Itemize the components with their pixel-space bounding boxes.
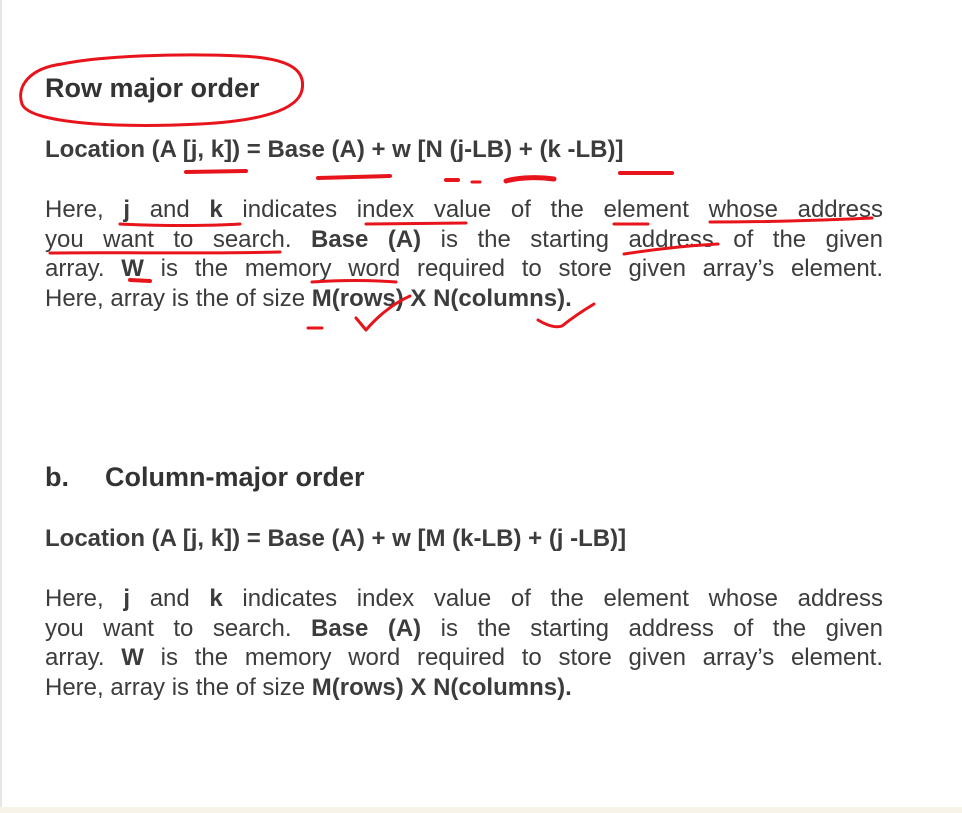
- formula-underline: [316, 174, 392, 180]
- description-line: you want to search. Base (A) is the star…: [45, 614, 884, 642]
- formula-underline: [184, 169, 248, 174]
- left-edge-border: [0, 0, 2, 813]
- description-line: Here, array is the of size M(rows) X N(c…: [45, 284, 572, 312]
- description-line: you want to search. Base (A) is the star…: [45, 225, 884, 253]
- column-major-formula: Location (A [j, k]) = Base (A) + w [M (k…: [45, 525, 627, 552]
- section-letter: b.: [45, 462, 69, 492]
- description-line: array. W is the memory word required to …: [45, 255, 884, 282]
- column-major-title: Column-major order: [105, 462, 365, 492]
- slide-page: Row major order Location (A [j, k]) = Ba…: [0, 0, 962, 813]
- row-major-description: Here, j and k indicates index value of t…: [45, 195, 883, 313]
- column-major-heading: b. Column-major order: [45, 462, 365, 493]
- description-line: Here, j and k indicates index value of t…: [45, 585, 883, 612]
- description-line: array. W is the memory word required to …: [45, 644, 884, 671]
- row-major-formula: Location (A [j, k]) = Base (A) + w [N (j…: [45, 136, 624, 163]
- formula-underline: [503, 175, 557, 184]
- row-major-heading: Row major order: [45, 73, 260, 103]
- description-line: Here, array is the of size M(rows) X N(c…: [45, 673, 572, 701]
- description-line: Here, j and k indicates index value of t…: [45, 196, 883, 223]
- column-major-description: Here, j and k indicates index value of t…: [45, 584, 883, 702]
- bottom-edge-strip: [0, 807, 962, 813]
